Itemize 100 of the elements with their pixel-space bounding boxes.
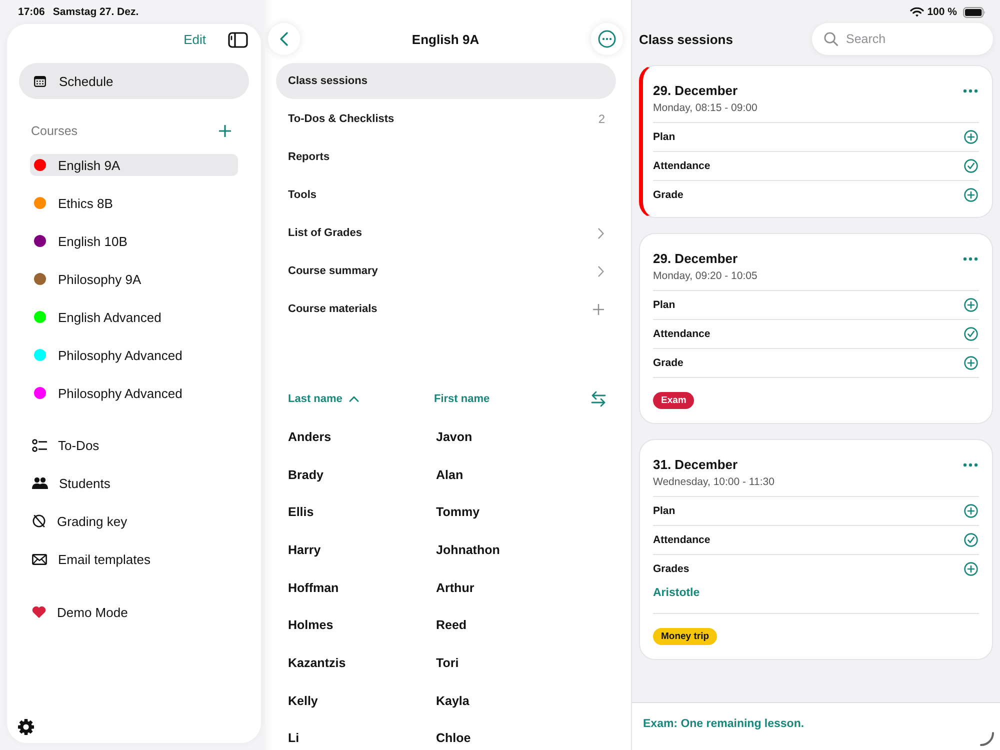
status-time: 17:06 xyxy=(18,6,45,18)
add-circle-icon[interactable] xyxy=(964,504,978,518)
check-circle-icon[interactable] xyxy=(964,159,978,173)
last-name-cell: Holmes xyxy=(288,618,334,632)
session-item-label: Grade xyxy=(653,357,684,369)
last-name-cell: Ellis xyxy=(288,505,314,520)
add-circle-icon[interactable] xyxy=(964,298,978,312)
last-name-cell: Kazantzis xyxy=(288,656,346,670)
first-name-cell: Tori xyxy=(436,656,459,670)
ellipsis-circle-icon xyxy=(598,30,616,48)
session-tag: Money trip xyxy=(653,628,718,645)
first-name-cell: Javon xyxy=(436,430,472,444)
session-date: 29. December xyxy=(653,250,738,268)
session-item-label: Attendance xyxy=(653,534,710,546)
first-name-cell: Chloe xyxy=(436,731,471,746)
schedule-button[interactable]: Schedule xyxy=(19,63,249,99)
check-circle-icon[interactable] xyxy=(964,533,978,547)
battery-icon xyxy=(963,6,986,18)
slashed-circle-icon xyxy=(32,514,46,528)
first-name-cell: Johnathon xyxy=(436,542,500,557)
menu-item[interactable]: Reports xyxy=(276,139,616,175)
course-item[interactable]: Philosophy Advanced xyxy=(30,344,238,366)
first-name-cell: Kayla xyxy=(436,694,470,708)
session-item-label: Plan xyxy=(653,131,676,143)
menu-item[interactable]: Class sessions xyxy=(276,63,616,99)
menu-item[interactable]: Course materials xyxy=(276,291,616,327)
footer-message: Exam: One remaining lesson. xyxy=(643,718,804,730)
session-item-label: Attendance xyxy=(653,328,710,340)
column-header[interactable]: Last name xyxy=(288,393,360,405)
sidebar-item[interactable]: Students xyxy=(30,472,238,494)
search-icon xyxy=(824,32,838,46)
session-time: Monday, 09:20 - 10:05 xyxy=(653,269,758,283)
first-name-cell: Tommy xyxy=(436,505,480,520)
plus-icon[interactable] xyxy=(593,304,604,314)
last-name-cell: Kelly xyxy=(288,694,318,708)
course-item[interactable]: English 10B xyxy=(30,230,238,252)
section-header: Courses xyxy=(31,124,78,138)
edit-button[interactable]: Edit xyxy=(184,32,206,47)
session-item-label: Attendance xyxy=(653,160,710,172)
sort-ascending-icon xyxy=(349,396,360,402)
sidebar-item[interactable]: Email templates xyxy=(30,548,238,570)
last-name-cell: Brady xyxy=(288,468,324,482)
wifi-icon xyxy=(910,7,924,17)
add-circle-icon[interactable] xyxy=(964,130,978,144)
add-circle-icon[interactable] xyxy=(964,356,978,370)
session-time: Wednesday, 10:00 - 11:30 xyxy=(653,475,774,489)
add-circle-icon[interactable] xyxy=(964,562,978,576)
check-circle-icon[interactable] xyxy=(964,327,978,341)
last-name-cell: Harry xyxy=(288,542,321,557)
resize-corner-icon[interactable] xyxy=(980,732,994,746)
menu-item[interactable]: Tools xyxy=(276,177,616,213)
last-name-cell: Anders xyxy=(288,430,332,444)
course-item[interactable]: Philosophy Advanced xyxy=(30,382,238,404)
battery-percentage: 100 % xyxy=(927,6,957,18)
search-field[interactable]: Search xyxy=(812,23,993,55)
session-date: 31. December xyxy=(653,456,738,474)
session-item-label: Plan xyxy=(653,505,676,517)
course-item[interactable]: English 9A xyxy=(30,154,238,176)
settings-icon[interactable] xyxy=(18,719,34,735)
add-icon[interactable] xyxy=(219,125,231,137)
more-button[interactable] xyxy=(591,23,623,55)
session-item-label: Grade xyxy=(653,189,684,201)
chevron-right-icon xyxy=(598,228,604,238)
course-title: English 9A xyxy=(410,32,480,46)
course-item[interactable]: English Advanced xyxy=(30,306,238,328)
first-name-cell: Alan xyxy=(436,468,464,482)
more-icon[interactable] xyxy=(963,89,978,93)
panel-title: Class sessions xyxy=(639,32,733,46)
chevron-left-icon xyxy=(280,32,288,46)
menu-item[interactable]: To-Dos & Checklists 2 xyxy=(276,101,616,137)
session-tag: Exam xyxy=(653,392,694,409)
people-icon xyxy=(32,477,48,489)
last-name-cell: Hoffman xyxy=(288,580,339,595)
sidebar-item[interactable]: Grading key xyxy=(30,510,238,532)
item-count: 2 xyxy=(598,112,605,126)
menu-item[interactable]: Course summary xyxy=(276,253,616,289)
course-item[interactable]: Ethics 8B xyxy=(30,192,238,214)
course-item[interactable]: Philosophy 9A xyxy=(30,268,238,290)
grade-entry-link[interactable]: Aristotle xyxy=(653,585,700,601)
session-item-label: Grades xyxy=(653,563,690,575)
more-icon[interactable] xyxy=(963,257,978,261)
more-icon[interactable] xyxy=(963,463,978,467)
back-button[interactable] xyxy=(268,23,300,55)
column-header[interactable]: First name xyxy=(434,393,490,405)
session-item-label: Plan xyxy=(653,299,676,311)
last-name-cell: Li xyxy=(288,731,300,746)
calendar-icon xyxy=(34,76,46,86)
session-time: Monday, 08:15 - 09:00 xyxy=(653,101,758,115)
first-name-cell: Reed xyxy=(436,618,467,632)
menu-item[interactable]: List of Grades xyxy=(276,215,616,251)
session-date: 29. December xyxy=(653,82,738,100)
sidebar-item[interactable]: Demo Mode xyxy=(30,601,238,623)
chevron-right-icon xyxy=(598,266,604,276)
sidebar-item[interactable]: To-Dos xyxy=(30,434,238,456)
add-circle-icon[interactable] xyxy=(964,188,978,202)
first-name-cell: Arthur xyxy=(436,580,474,595)
heart-icon xyxy=(32,606,46,618)
status-date: Samstag 27. Dez. xyxy=(52,6,139,18)
sidebar-toggle-icon[interactable] xyxy=(228,32,248,48)
swap-arrows-icon[interactable] xyxy=(591,391,606,407)
